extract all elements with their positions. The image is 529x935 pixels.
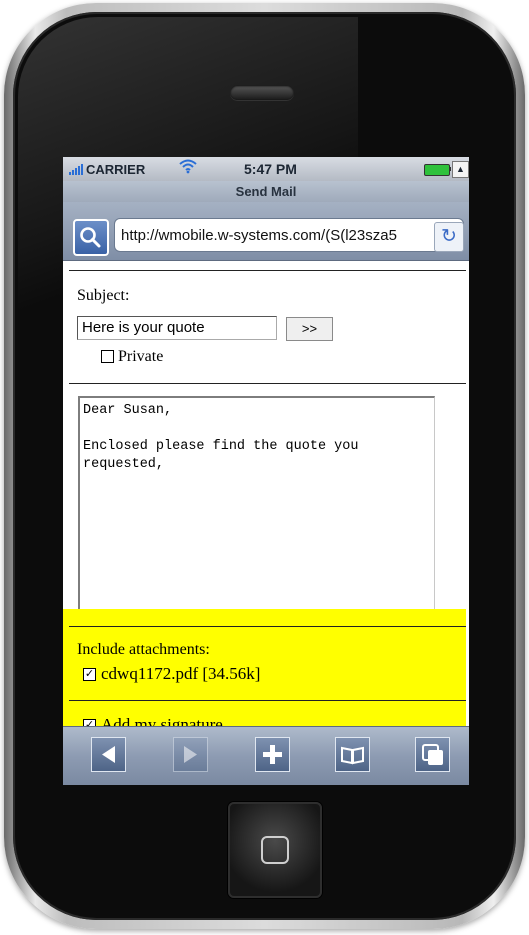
status-bar: CARRIER 5:47 PM ▲: [63, 157, 469, 181]
subject-input[interactable]: Here is your quote: [77, 316, 277, 340]
add-bookmark-button[interactable]: [255, 737, 290, 772]
forward-icon: [184, 746, 197, 763]
signal-strength-icon: [69, 164, 83, 175]
battery-icon: [424, 164, 450, 176]
phone-screen: CARRIER 5:47 PM ▲ Send Mail http://wmobi…: [63, 157, 469, 785]
carrier-name: CARRIER: [86, 162, 146, 177]
speaker-grille: [230, 85, 294, 100]
reload-icon[interactable]: ↻: [434, 222, 464, 252]
attachment-file-label: cdwq1172.pdf [34.56k]: [101, 664, 261, 683]
subject-label: Subject:: [77, 287, 130, 304]
search-icon: [80, 227, 101, 248]
attachments-label: Include attachments:: [77, 641, 210, 658]
message-body-textarea[interactable]: Dear Susan, Enclosed please find the quo…: [78, 396, 435, 626]
home-square-icon: [261, 836, 289, 864]
browser-toolbar: [63, 726, 469, 785]
divider: [69, 700, 466, 701]
pages-button[interactable]: [415, 737, 450, 772]
go-button[interactable]: >>: [286, 317, 333, 341]
back-icon: [102, 746, 115, 763]
search-button[interactable]: [73, 219, 109, 256]
page-title: Send Mail: [63, 181, 469, 202]
battery-tip: [449, 167, 451, 171]
private-label: Private: [118, 348, 164, 365]
add-bookmark-icon: [263, 745, 282, 764]
attachment-checkbox[interactable]: ✓: [83, 668, 96, 681]
private-checkbox[interactable]: [101, 350, 114, 363]
divider: [69, 270, 466, 271]
bookmarks-button[interactable]: [335, 737, 370, 772]
clock: 5:47 PM: [244, 161, 297, 177]
divider: [69, 383, 466, 384]
wifi-icon: [178, 158, 198, 179]
divider: [69, 626, 466, 627]
pages-icon: [422, 744, 443, 765]
home-button[interactable]: [228, 802, 322, 898]
address-bar: http://wmobile.w-systems.com/(S(l23sza5 …: [63, 202, 469, 261]
bookmarks-icon: [341, 746, 364, 765]
scroll-up-arrow-icon[interactable]: ▲: [452, 161, 469, 178]
back-button[interactable]: [91, 737, 126, 772]
mail-form: Subject: Here is your quote >> Private D…: [63, 260, 469, 734]
url-field[interactable]: http://wmobile.w-systems.com/(S(l23sza5: [114, 218, 464, 252]
forward-button[interactable]: [173, 737, 208, 772]
